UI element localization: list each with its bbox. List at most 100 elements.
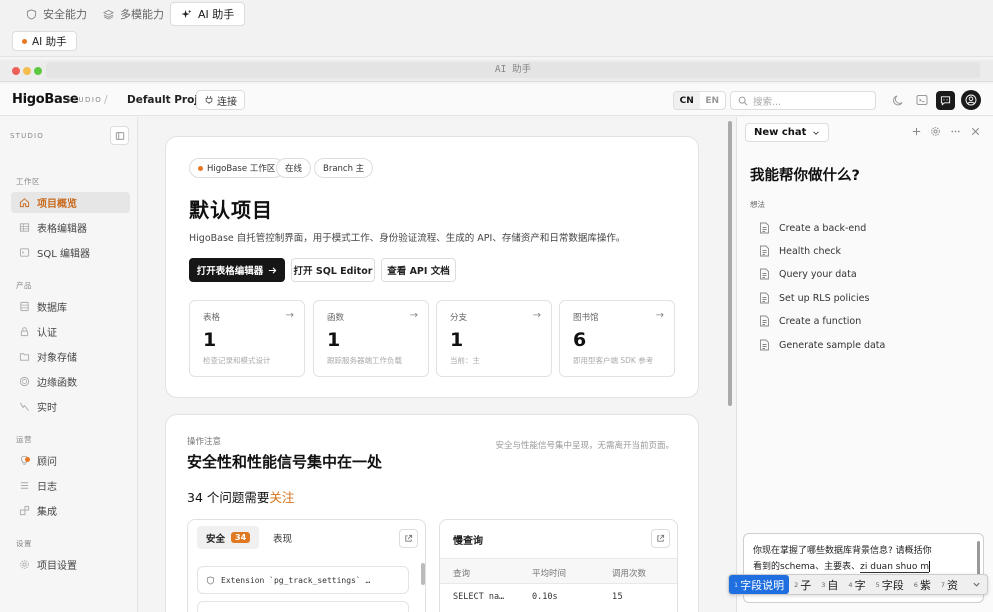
window-titlebar: AI 助手: [0, 60, 993, 82]
shield-icon: [26, 8, 37, 20]
ai-assistant-pill[interactable]: AI 助手: [12, 31, 77, 51]
tab-label: 多模能力: [120, 8, 164, 21]
language-toggle[interactable]: CN EN: [673, 91, 726, 110]
scrollbar[interactable]: [728, 121, 732, 406]
ime-candidate[interactable]: 4字: [843, 575, 870, 594]
stat-sub: 即用型客户端 SDK 参考: [573, 356, 654, 365]
close-icon[interactable]: [970, 126, 981, 137]
address-bar[interactable]: AI 助手: [46, 62, 980, 78]
sidebar-item-storage[interactable]: 对象存储: [11, 346, 130, 367]
list-item[interactable]: Extension `pg_track_settings` …: [197, 566, 409, 594]
tab-ai-assistant[interactable]: AI 助手: [170, 2, 246, 26]
gear-icon[interactable]: [930, 126, 941, 137]
main-content: HigoBase 工作区 在线 Branch 主 默认项目 HigoBase 自…: [139, 117, 735, 612]
open-external-button[interactable]: [651, 529, 670, 548]
chevron-down-icon: [972, 582, 980, 587]
slow-query-panel: 慢查询 查询 平均时间 调用次数 SELECT na… 0.10s 15: [439, 519, 678, 612]
top-tab-strip: 安全能力 多模能力 AI 助手 AI 助手: [0, 0, 993, 57]
search-input[interactable]: 搜索...: [730, 91, 876, 110]
ime-candidate[interactable]: 7资: [936, 575, 963, 594]
sidebar-item-realtime[interactable]: 实时: [11, 396, 130, 417]
sidebar-item-label: 实时: [37, 403, 57, 414]
issues-accent: 关注: [269, 490, 295, 505]
open-table-editor-button[interactable]: 打开表格编辑器: [189, 258, 285, 282]
ideas-label: 想法: [750, 200, 765, 209]
tab-performance[interactable]: 表现: [273, 531, 292, 545]
sidebar-item-advisor[interactable]: 顾问: [11, 450, 130, 471]
ime-expand-button[interactable]: [968, 577, 984, 593]
sidebar-item-overview[interactable]: 项目概览: [11, 192, 130, 213]
moon-icon[interactable]: [892, 93, 906, 107]
open-sql-editor-button[interactable]: 打开 SQL Editor: [291, 258, 375, 282]
button-label: 打开表格编辑器: [196, 266, 264, 277]
ime-candidate[interactable]: 6紫: [909, 575, 936, 594]
ai-chat-button[interactable]: [936, 91, 955, 110]
stat-card-tables[interactable]: 表格 → 1 检查记录和模式设计: [189, 300, 305, 377]
suggestion-item[interactable]: Generate sample data: [759, 339, 885, 351]
arrow-right-icon: →: [285, 310, 294, 321]
close-window-icon[interactable]: [12, 67, 20, 75]
new-chat-label: New chat: [754, 127, 807, 138]
sidebar-item-edge-functions[interactable]: 边缘函数: [11, 371, 130, 392]
sidebar-item-logs[interactable]: 日志: [11, 475, 130, 496]
minimize-window-icon[interactable]: [23, 67, 31, 75]
tab-security-issues[interactable]: 安全 34: [197, 526, 260, 549]
sidebar-item-label: 日志: [37, 482, 57, 493]
scrollbar[interactable]: [977, 541, 980, 577]
stat-card-libraries[interactable]: 图书馆 → 6 即用型客户端 SDK 参考: [559, 300, 675, 377]
chevron-down-icon: [813, 130, 820, 135]
sidebar-item-database[interactable]: 数据库: [11, 296, 130, 317]
stat-card-branches[interactable]: 分支 → 1 当前：主: [436, 300, 552, 377]
lang-en[interactable]: EN: [700, 92, 726, 109]
candidate-index: 4: [848, 580, 853, 589]
ime-candidate[interactable]: 1 字段说明: [729, 575, 790, 594]
sidebar-item-table-editor[interactable]: 表格编辑器: [11, 217, 130, 238]
view-api-docs-button[interactable]: 查看 API 文档: [381, 258, 456, 282]
sidebar-item-project-settings[interactable]: 项目设置: [11, 554, 130, 575]
tab-multimodal[interactable]: 多模能力: [93, 2, 174, 26]
suggestion-label: Generate sample data: [779, 339, 886, 351]
chat-title: 我能帮你做什么?: [750, 168, 860, 184]
table-header: 查询 平均时间 调用次数: [440, 558, 677, 584]
ime-candidate[interactable]: 5 字段: [871, 575, 909, 594]
lang-cn[interactable]: CN: [674, 92, 700, 109]
candidate-index: 6: [913, 580, 918, 589]
list-item[interactable]: [197, 601, 409, 612]
avatar[interactable]: [961, 90, 981, 110]
ime-candidate[interactable]: 2子: [789, 575, 816, 594]
chat-input-text[interactable]: 你现在掌握了哪些数据库背景信息? 请概括你 看到的schema、主要表、zi d…: [753, 543, 975, 575]
input-text-segment: 看到的schema、主要表、: [753, 562, 861, 572]
candidate-index: 1: [734, 580, 739, 589]
tab-security[interactable]: 安全能力: [16, 2, 97, 26]
breadcrumb-separator: /: [104, 93, 108, 106]
stat-label: 函数: [327, 313, 345, 323]
suggestion-item[interactable]: Set up RLS policies: [759, 292, 869, 304]
stat-card-functions[interactable]: 函数 → 1 跟踪服务器端工作负载: [313, 300, 429, 377]
suggestion-item[interactable]: Query your data: [759, 268, 857, 280]
sidebar-item-label: 表格编辑器: [37, 224, 87, 235]
suggestion-item[interactable]: Health check: [759, 245, 841, 257]
sidebar-item-sql-editor[interactable]: SQL 编辑器: [11, 242, 130, 263]
connect-button[interactable]: 连接: [196, 90, 245, 110]
sidebar-studio-label: STUDIO: [10, 132, 45, 140]
ime-candidate[interactable]: 3自: [816, 575, 843, 594]
notification-dot: [25, 457, 30, 462]
scrollbar[interactable]: [421, 563, 425, 585]
new-chat-dropdown[interactable]: New chat: [745, 123, 830, 142]
gear-icon: [20, 560, 29, 569]
suggestion-item[interactable]: Create a back-end: [759, 222, 866, 234]
open-external-button[interactable]: [399, 529, 418, 548]
table-row[interactable]: SELECT na… 0.10s 15: [440, 584, 677, 610]
suggestion-item[interactable]: Create a function: [759, 315, 861, 327]
sidebar-item-integrations[interactable]: 集成: [11, 500, 130, 521]
more-icon[interactable]: [950, 126, 961, 137]
branch-badge[interactable]: Branch 主: [314, 158, 374, 178]
table-cell: 15: [612, 592, 623, 602]
sidebar-collapse-button[interactable]: [110, 126, 129, 145]
terminal-icon[interactable]: [915, 93, 929, 107]
lock-icon: [20, 327, 29, 337]
plus-icon[interactable]: [911, 126, 922, 137]
maximize-window-icon[interactable]: [34, 67, 42, 75]
chat-icon: [940, 96, 951, 106]
sidebar-item-auth[interactable]: 认证: [11, 321, 130, 342]
